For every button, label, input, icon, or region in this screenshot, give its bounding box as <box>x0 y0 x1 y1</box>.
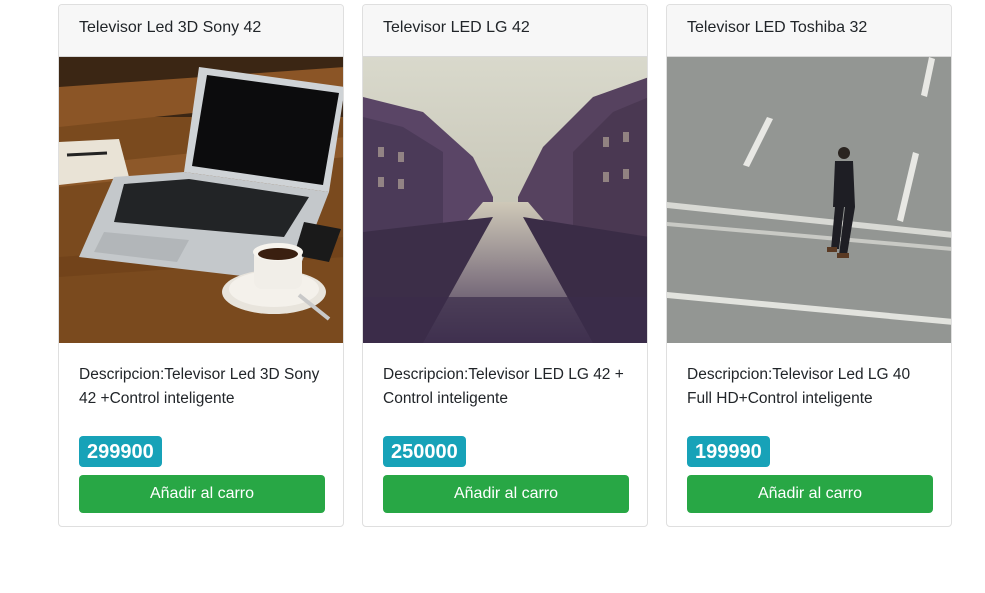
price-badge: 299900 <box>79 436 162 467</box>
add-to-cart-button[interactable]: Añadir al carro <box>79 475 325 513</box>
product-grid: Televisor Led 3D Sony 42 Descripcion:Tel… <box>0 0 985 593</box>
add-to-cart-button[interactable]: Añadir al carro <box>383 475 629 513</box>
price-badge: 250000 <box>383 436 466 467</box>
product-description: Descripcion:Televisor LED LG 42 + Contro… <box>383 366 624 407</box>
product-title: Televisor Led 3D Sony 42 <box>59 5 343 57</box>
product-card-body: Descripcion:Televisor Led 3D Sony 42 +Co… <box>59 343 343 513</box>
product-card: Televisor Led 3D Sony 42 Descripcion:Tel… <box>58 4 344 527</box>
product-card-body: Descripcion:Televisor Led LG 40 Full HD+… <box>667 343 951 513</box>
product-card: Televisor LED LG 42 Descripcion:Televiso… <box>362 4 648 527</box>
product-image <box>667 57 951 343</box>
product-description: Descripcion:Televisor Led 3D Sony 42 +Co… <box>79 366 320 407</box>
price-badge: 199990 <box>687 436 770 467</box>
product-card: Televisor LED Toshiba 32 Descripcion:Tel… <box>666 4 952 527</box>
product-image <box>363 57 647 343</box>
add-to-cart-button[interactable]: Añadir al carro <box>687 475 933 513</box>
product-title: Televisor LED Toshiba 32 <box>667 5 951 57</box>
product-description: Descripcion:Televisor Led LG 40 Full HD+… <box>687 366 911 407</box>
product-card-body: Descripcion:Televisor LED LG 42 + Contro… <box>363 343 647 513</box>
product-image <box>59 57 343 343</box>
product-title: Televisor LED LG 42 <box>363 5 647 57</box>
